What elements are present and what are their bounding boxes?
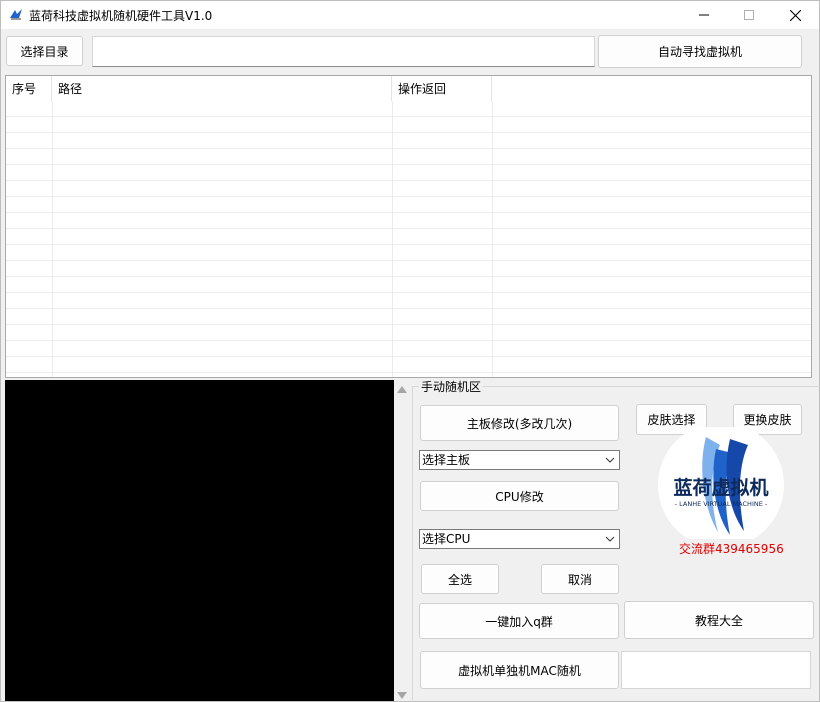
table-row[interactable] bbox=[6, 245, 811, 261]
motherboard-select[interactable]: 选择主板 bbox=[419, 450, 620, 470]
mac-random-label: 虚拟机单独机MAC随机 bbox=[458, 663, 581, 678]
table-row[interactable] bbox=[6, 261, 811, 277]
minimize-icon bbox=[699, 14, 709, 16]
scroll-down-icon[interactable] bbox=[397, 692, 407, 699]
console-scrollbar[interactable] bbox=[394, 380, 411, 701]
select-directory-button[interactable]: 选择目录 bbox=[6, 36, 83, 66]
log-console bbox=[5, 380, 394, 701]
table-row[interactable] bbox=[6, 293, 811, 309]
select-directory-label: 选择目录 bbox=[20, 44, 69, 59]
motherboard-modify-label: 主板修改(多改几次) bbox=[466, 416, 573, 431]
lanhe-logo: 蓝荷虚拟机 - LANHE VIRTUAL MACHINE - bbox=[658, 427, 784, 539]
window-title: 蓝荷科技虚拟机随机硬件工具V1.0 bbox=[29, 9, 213, 23]
qq-group-text: 交流群439465956 bbox=[679, 542, 784, 556]
column-divider bbox=[52, 101, 53, 377]
cancel-button[interactable]: 取消 bbox=[541, 564, 619, 594]
cancel-label: 取消 bbox=[567, 572, 592, 587]
close-icon bbox=[789, 9, 801, 21]
table-row[interactable] bbox=[6, 309, 811, 325]
logo-title: 蓝荷虚拟机 bbox=[673, 476, 768, 499]
column-header-path[interactable]: 路径 bbox=[52, 76, 392, 101]
table-row[interactable] bbox=[6, 213, 811, 229]
table-row[interactable] bbox=[6, 197, 811, 213]
table-row[interactable] bbox=[6, 165, 811, 181]
table-row[interactable] bbox=[6, 181, 811, 197]
table-row[interactable] bbox=[6, 341, 811, 357]
tutorial-label: 教程大全 bbox=[694, 613, 743, 628]
cpu-modify-label: CPU修改 bbox=[495, 489, 544, 504]
motherboard-select-value: 选择主板 bbox=[422, 453, 471, 467]
vm-list-table[interactable]: 序号 路径 操作返回 bbox=[5, 75, 812, 378]
column-divider bbox=[392, 101, 393, 377]
column-header-index[interactable]: 序号 bbox=[6, 76, 52, 101]
column-divider bbox=[492, 101, 493, 377]
select-all-button[interactable]: 全选 bbox=[421, 564, 499, 594]
table-row[interactable] bbox=[6, 277, 811, 293]
maximize-button[interactable] bbox=[726, 1, 772, 29]
table-row[interactable] bbox=[6, 149, 811, 165]
table-row[interactable] bbox=[6, 357, 811, 373]
table-row[interactable] bbox=[6, 117, 811, 133]
manual-random-group-title: 手动随机区 bbox=[419, 378, 484, 395]
scroll-up-icon[interactable] bbox=[397, 386, 407, 393]
join-qq-group-button[interactable]: 一键加入q群 bbox=[419, 603, 619, 639]
auto-find-vm-label: 自动寻找虚拟机 bbox=[657, 45, 742, 59]
mac-random-button[interactable]: 虚拟机单独机MAC随机 bbox=[420, 651, 619, 689]
extra-input-field[interactable] bbox=[621, 651, 811, 689]
change-skin-label: 更换皮肤 bbox=[743, 413, 792, 427]
maximize-icon bbox=[744, 10, 754, 20]
title-bar: 蓝荷科技虚拟机随机硬件工具V1.0 bbox=[1, 1, 819, 29]
chevron-down-icon bbox=[605, 457, 615, 463]
chevron-down-icon bbox=[605, 536, 615, 542]
table-row[interactable] bbox=[6, 325, 811, 341]
table-row[interactable] bbox=[6, 229, 811, 245]
column-header-result[interactable]: 操作返回 bbox=[392, 76, 492, 101]
motherboard-modify-button[interactable]: 主板修改(多改几次) bbox=[420, 405, 619, 441]
close-button[interactable] bbox=[772, 1, 818, 29]
table-row[interactable] bbox=[6, 101, 811, 117]
cpu-select[interactable]: 选择CPU bbox=[419, 529, 620, 549]
auto-find-vm-button[interactable]: 自动寻找虚拟机 bbox=[598, 35, 802, 68]
join-qq-group-label: 一键加入q群 bbox=[485, 614, 553, 629]
select-all-label: 全选 bbox=[447, 572, 472, 587]
cpu-modify-button[interactable]: CPU修改 bbox=[420, 481, 619, 511]
tutorial-button[interactable]: 教程大全 bbox=[624, 601, 814, 639]
directory-path-input[interactable] bbox=[92, 36, 595, 67]
app-logo-icon bbox=[10, 9, 22, 20]
minimize-button[interactable] bbox=[681, 1, 727, 29]
cpu-select-value: 选择CPU bbox=[422, 532, 471, 546]
table-row[interactable] bbox=[6, 133, 811, 149]
logo-subtitle: - LANHE VIRTUAL MACHINE - bbox=[675, 500, 768, 508]
app-window: 蓝荷科技虚拟机随机硬件工具V1.0 选择目录 自动寻找虚拟机 序号 路径 操作返… bbox=[0, 0, 820, 702]
skin-select-label: 皮肤选择 bbox=[647, 413, 696, 427]
